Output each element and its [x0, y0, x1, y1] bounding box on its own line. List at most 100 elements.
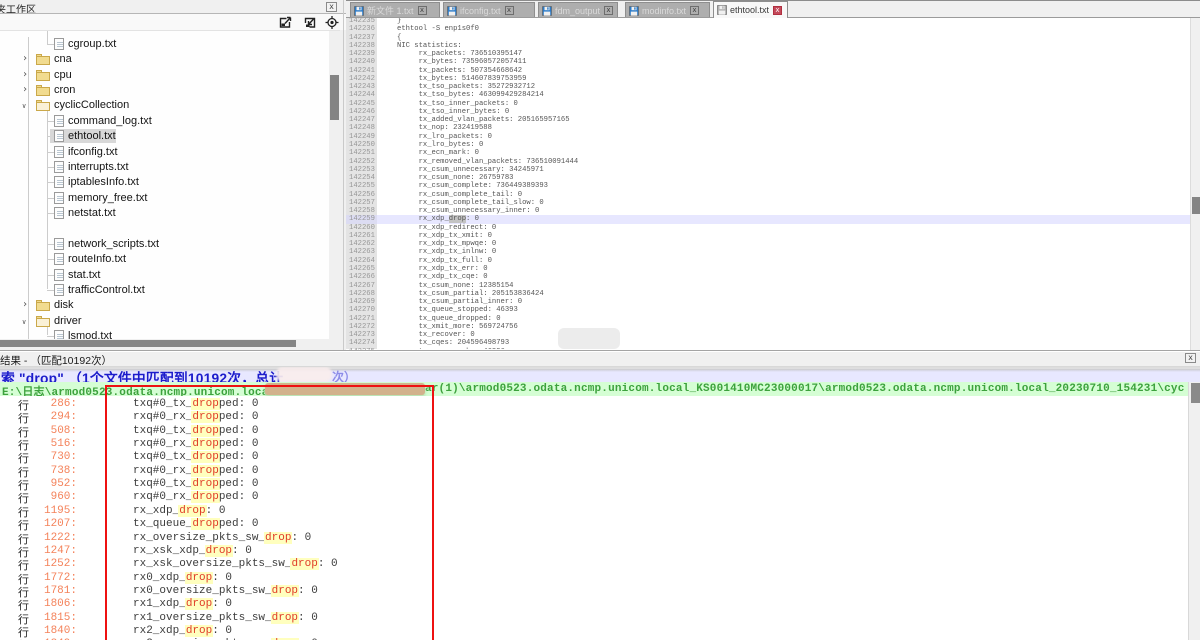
result-line-number: 1840: — [0, 625, 77, 637]
gutter-line-number: 142239 — [346, 50, 377, 58]
workspace-close-button[interactable]: x — [326, 2, 337, 12]
tree-item-cycliccollection[interactable]: ∨cyclicCollection — [0, 98, 340, 113]
save-floppy-icon — [447, 6, 457, 16]
tree-item-lsmod-txt[interactable]: lsmod.txt — [0, 329, 340, 339]
gutter-line-number: 142261 — [346, 232, 377, 240]
gutter-line-number: 142236 — [346, 25, 377, 33]
chevron-right-icon[interactable]: › — [22, 84, 28, 95]
workspace-tree: cgroup.txt›cna›cpu›cron∨cyclicCollection… — [0, 30, 340, 339]
tree-item-trafficcontrol-txt[interactable]: trafficControl.txt — [0, 283, 340, 298]
gutter-line-number: 142258 — [346, 207, 377, 215]
editor-line: tx_queue_stopped: 46393 — [377, 306, 1190, 314]
results-title: 搜索结果 - （匹配10192次） — [0, 353, 112, 367]
editor-gutter: 1422351422361422371422381422391422401422… — [346, 17, 377, 349]
chevron-down-icon[interactable]: ∨ — [22, 102, 26, 110]
editor-line: } — [377, 17, 1190, 25]
tree-item-stat-txt[interactable]: stat.txt — [0, 268, 340, 283]
editor-content[interactable]: }ethtool -S enp1s0f0{NIC statistics: rx_… — [377, 17, 1190, 349]
tree-item-interrupts-txt[interactable]: interrupts.txt — [0, 160, 340, 175]
gutter-line-number: 142250 — [346, 141, 377, 149]
chevron-right-icon[interactable]: › — [22, 53, 28, 64]
tree-item-command-log-txt[interactable]: command_log.txt — [0, 114, 340, 129]
editor-line: rx_csum_complete_tail_slow: 0 — [377, 199, 1190, 207]
tree-item-disk[interactable]: ›disk — [0, 298, 340, 313]
gutter-line-number: 142259 — [346, 215, 377, 223]
editor-vscroll-thumb[interactable] — [1192, 197, 1200, 214]
editor-line: tx_packets: 507354668642 — [377, 67, 1190, 75]
expand-all-icon[interactable] — [278, 16, 292, 29]
file-icon — [54, 130, 64, 142]
result-line-number: 1247: — [0, 545, 77, 557]
gutter-line-number: 142257 — [346, 199, 377, 207]
file-icon — [54, 176, 64, 188]
tree-item-iptablesinfo-txt[interactable]: iptablesInfo.txt — [0, 175, 340, 190]
tree-item-netstat-txt[interactable]: netstat.txt — [0, 206, 340, 221]
results-summary-line: 搜索 "drop" （1个文件中匹配到10192次，总计 次） — [0, 367, 1200, 382]
gutter-line-number: 142241 — [346, 67, 377, 75]
editor-line: tx_bytes: 514607839753959 — [377, 75, 1190, 83]
file-icon — [54, 330, 64, 339]
chevron-right-icon[interactable]: › — [22, 299, 28, 310]
tree-item-cpu[interactable]: ›cpu — [0, 68, 340, 83]
chevron-down-icon[interactable]: ∨ — [22, 318, 26, 326]
tab-close-icon[interactable]: x — [773, 6, 782, 15]
folder-icon — [36, 54, 50, 65]
tree-guide-stub — [47, 275, 54, 276]
editor-line: rx_csum_complete: 736449389393 — [377, 182, 1190, 190]
tab-ethtool-txt[interactable]: ethtool.txtx — [713, 1, 788, 18]
gutter-line-number: 142265 — [346, 265, 377, 273]
result-line-number: 730: — [0, 451, 77, 463]
tree-item-cron[interactable]: ›cron — [0, 83, 340, 98]
tab--1-txt[interactable]: 新文件 1.txtx — [350, 2, 440, 18]
tab-close-icon[interactable]: x — [604, 6, 613, 15]
tree-item-ifconfig-txt[interactable]: ifconfig.txt — [0, 145, 340, 160]
search-results-panel: 搜索结果 - （匹配10192次） x 搜索 "drop" （1个文件中匹配到1… — [0, 351, 1200, 640]
tree-item-cgroup-txt[interactable]: cgroup.txt — [0, 37, 340, 52]
results-vscroll-thumb[interactable] — [1191, 383, 1200, 403]
editor-line: rx_xdp_tx_full: 0 — [377, 257, 1190, 265]
panel-splitter[interactable] — [343, 0, 344, 352]
editor-vertical-scrollbar[interactable] — [1190, 17, 1200, 350]
save-floppy-icon — [542, 6, 552, 16]
result-line-number: 1195: — [0, 505, 77, 517]
tree-item-ethtool-txt[interactable]: ethtool.txt — [0, 129, 340, 144]
results-close-button[interactable]: x — [1185, 353, 1196, 363]
gutter-line-number: 142240 — [346, 58, 377, 66]
gutter-line-number: 142238 — [346, 42, 377, 50]
red-annotation-rectangle — [105, 385, 434, 640]
editor-line: tx_added_vlan_packets: 205165957165 — [377, 116, 1190, 124]
folder-icon — [36, 85, 50, 96]
results-vertical-scrollbar[interactable] — [1188, 382, 1200, 640]
editor-line: tx_tso_bytes: 463099429284214 — [377, 91, 1190, 99]
editor-line: tx_tso_packets: 35272932712 — [377, 83, 1190, 91]
editor-tabbar: 新文件 1.txtxifconfig.txtxfdm_outputx modinf… — [346, 0, 1200, 17]
gutter-line-number: 142268 — [346, 290, 377, 298]
tab-modinfo-txt[interactable]: modinfo.txtx — [625, 2, 710, 18]
tab-close-icon[interactable]: x — [418, 6, 427, 15]
folder-icon — [36, 100, 50, 111]
tree-item-routeinfo-txt[interactable]: routeInfo.txt — [0, 252, 340, 267]
editor-line: tx_csum_partial_inner: 0 — [377, 298, 1190, 306]
tree-item-memory-free-txt[interactable]: memory_free.txt — [0, 191, 340, 206]
tab-fdm-output[interactable]: fdm_outputx — [538, 2, 618, 18]
tree-hscroll-thumb[interactable] — [0, 340, 296, 347]
tree-horizontal-scrollbar[interactable] — [0, 339, 340, 348]
tree-vscroll-thumb[interactable] — [330, 75, 339, 120]
tree-vertical-scrollbar[interactable] — [329, 31, 340, 339]
tree-item-driver[interactable]: ∨driver — [0, 314, 340, 329]
locate-file-icon[interactable] — [325, 16, 339, 29]
tab-close-icon[interactable]: x — [690, 6, 699, 15]
editor-line: tx_cqes: 204596498793 — [377, 339, 1190, 347]
result-line-number: 1252: — [0, 558, 77, 570]
gutter-line-number: 142263 — [346, 248, 377, 256]
tree-item-network-scripts-txt[interactable]: network_scripts.txt — [0, 237, 340, 252]
tab-ifconfig-txt[interactable]: ifconfig.txtx — [443, 2, 535, 18]
editor-line: tx_recover: 0 — [377, 331, 1190, 339]
tab-close-icon[interactable]: x — [505, 6, 514, 15]
file-icon — [54, 238, 64, 250]
tree-item-cna[interactable]: ›cna — [0, 52, 340, 67]
tree-guide-stub — [47, 44, 54, 45]
result-line-number: 294: — [0, 411, 77, 423]
chevron-right-icon[interactable]: › — [22, 69, 28, 80]
collapse-all-icon[interactable] — [303, 16, 317, 29]
